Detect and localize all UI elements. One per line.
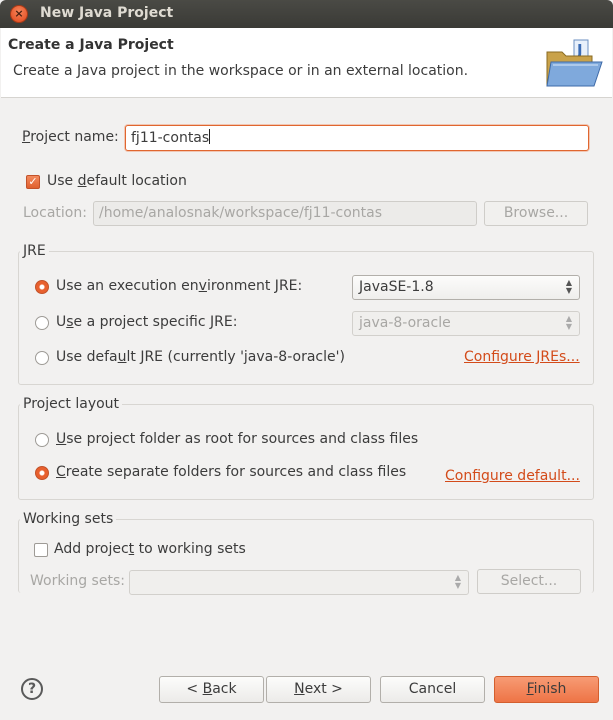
working-sets-label: Working sets: xyxy=(30,573,125,589)
location-label: Location: xyxy=(23,205,87,221)
window-titlebar: × New Java Project xyxy=(0,0,613,28)
java-project-folder-icon: J xyxy=(546,39,603,87)
jre-execution-env-radio[interactable] xyxy=(35,280,49,294)
configure-jres-link[interactable]: Configure JREs... xyxy=(464,349,580,365)
working-sets-group-title: Working sets xyxy=(20,511,117,527)
project-layout-group xyxy=(18,404,594,500)
wizard-header: Create a Java Project Create a Java proj… xyxy=(1,28,612,98)
jre-group-title: JRE xyxy=(20,243,49,259)
configure-default-link[interactable]: Configure default... xyxy=(445,468,580,484)
combo-arrows-icon: ▲ ▼ xyxy=(565,314,572,331)
help-icon[interactable]: ? xyxy=(21,678,43,700)
window-title: New Java Project xyxy=(40,5,174,21)
back-button[interactable]: < Back xyxy=(159,676,264,703)
working-sets-combo[interactable]: ▲ ▼ xyxy=(129,570,469,595)
next-button[interactable]: Next > xyxy=(266,676,371,703)
cancel-button[interactable]: Cancel xyxy=(380,676,485,703)
combo-arrows-icon: ▲ ▼ xyxy=(565,278,572,295)
jre-project-specific-label: Use a project specific JRE: xyxy=(56,314,238,330)
layout-separate-folders-label: Create separate folders for sources and … xyxy=(56,464,407,480)
project-specific-jre-combo[interactable]: java-8-oracle ▲ ▼ xyxy=(352,311,580,336)
jre-default-radio[interactable] xyxy=(35,351,49,365)
jre-default-label: Use default JRE (currently 'java-8-oracl… xyxy=(56,349,345,365)
text-caret xyxy=(209,129,211,144)
jre-execution-env-label: Use an execution environment JRE: xyxy=(56,278,303,294)
finish-button[interactable]: Finish xyxy=(494,676,599,703)
page-title: Create a Java Project xyxy=(8,37,174,53)
execution-env-value: JavaSE-1.8 xyxy=(359,279,434,295)
select-working-sets-button[interactable]: Select... xyxy=(477,569,581,594)
jre-project-specific-radio[interactable] xyxy=(35,316,49,330)
layout-project-root-radio[interactable] xyxy=(35,433,49,447)
page-description: Create a Java project in the workspace o… xyxy=(13,63,469,79)
layout-separate-folders-radio[interactable] xyxy=(35,466,49,480)
project-name-value: fj11-contas xyxy=(131,130,210,146)
project-name-input[interactable]: fj11-contas xyxy=(125,125,589,151)
layout-project-root-label: Use project folder as root for sources a… xyxy=(56,431,419,447)
use-default-location-checkbox[interactable]: ✓ xyxy=(26,175,40,189)
project-name-label: Project name: xyxy=(22,129,119,145)
add-to-working-sets-label: Add project to working sets xyxy=(54,541,246,557)
project-specific-jre-value: java-8-oracle xyxy=(359,315,451,331)
add-to-working-sets-checkbox[interactable] xyxy=(34,543,48,557)
location-input[interactable]: /home/analosnak/workspace/fj11-contas xyxy=(93,201,477,226)
combo-arrows-icon: ▲ ▼ xyxy=(454,573,461,590)
close-icon[interactable]: × xyxy=(10,5,28,23)
execution-env-combo[interactable]: JavaSE-1.8 ▲ ▼ xyxy=(352,275,580,300)
use-default-location-label: Use default location xyxy=(47,173,187,189)
project-layout-group-title: Project layout xyxy=(20,396,123,412)
browse-button[interactable]: Browse... xyxy=(484,201,588,226)
